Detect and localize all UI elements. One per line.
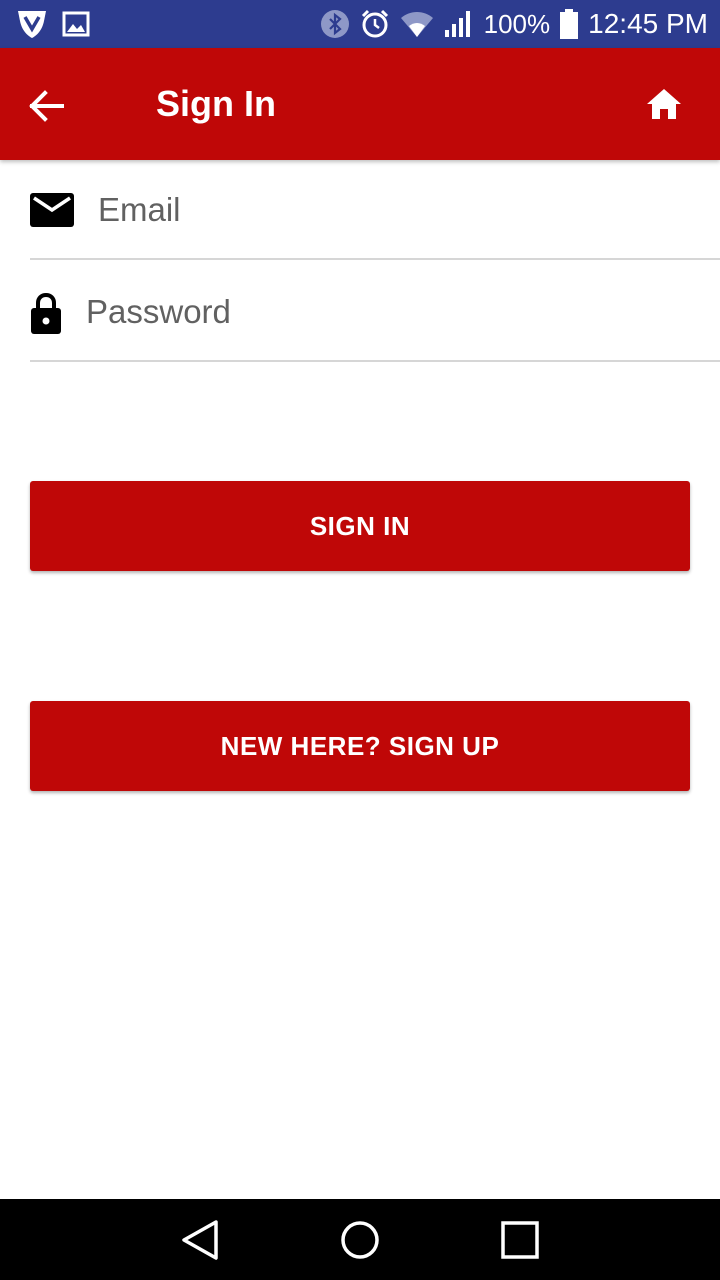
sign-in-button[interactable]: SIGN IN xyxy=(30,481,690,571)
clock-time: 12:45 PM xyxy=(588,8,708,39)
status-left-group xyxy=(16,9,90,39)
arrow-left-icon xyxy=(28,90,64,122)
lock-icon xyxy=(30,292,62,334)
home-icon xyxy=(646,88,682,120)
image-icon xyxy=(62,11,90,37)
sign-in-screen: 100% 12:45 PM Sign In Email SIGN IN NEW … xyxy=(0,0,720,1280)
nav-recents-button[interactable] xyxy=(490,1210,550,1270)
password-field xyxy=(30,262,720,362)
back-button[interactable] xyxy=(24,84,68,128)
email-input[interactable] xyxy=(98,180,658,240)
shield-icon xyxy=(16,9,48,39)
status-right-group: 100% 12:45 PM xyxy=(320,8,708,40)
page-title: Sign In xyxy=(156,83,276,124)
wifi-icon xyxy=(400,10,434,38)
email-field xyxy=(30,160,720,260)
navigation-bar xyxy=(0,1199,720,1280)
battery-percent: 100% xyxy=(483,8,551,39)
mail-icon xyxy=(30,192,74,228)
back-triangle-icon xyxy=(180,1219,220,1261)
signal-icon xyxy=(444,10,474,38)
home-circle-icon xyxy=(339,1219,381,1261)
battery-icon xyxy=(560,9,579,39)
nav-home-button[interactable] xyxy=(330,1210,390,1270)
recents-square-icon xyxy=(500,1220,540,1260)
home-button[interactable] xyxy=(644,84,684,124)
password-input[interactable] xyxy=(86,282,646,342)
app-bar: Sign In xyxy=(0,48,720,160)
sign-up-button[interactable]: NEW HERE? SIGN UP xyxy=(30,701,690,791)
bluetooth-icon xyxy=(320,9,350,39)
nav-back-button[interactable] xyxy=(170,1210,230,1270)
status-bar: 100% 12:45 PM xyxy=(0,0,720,48)
alarm-icon xyxy=(360,9,390,39)
